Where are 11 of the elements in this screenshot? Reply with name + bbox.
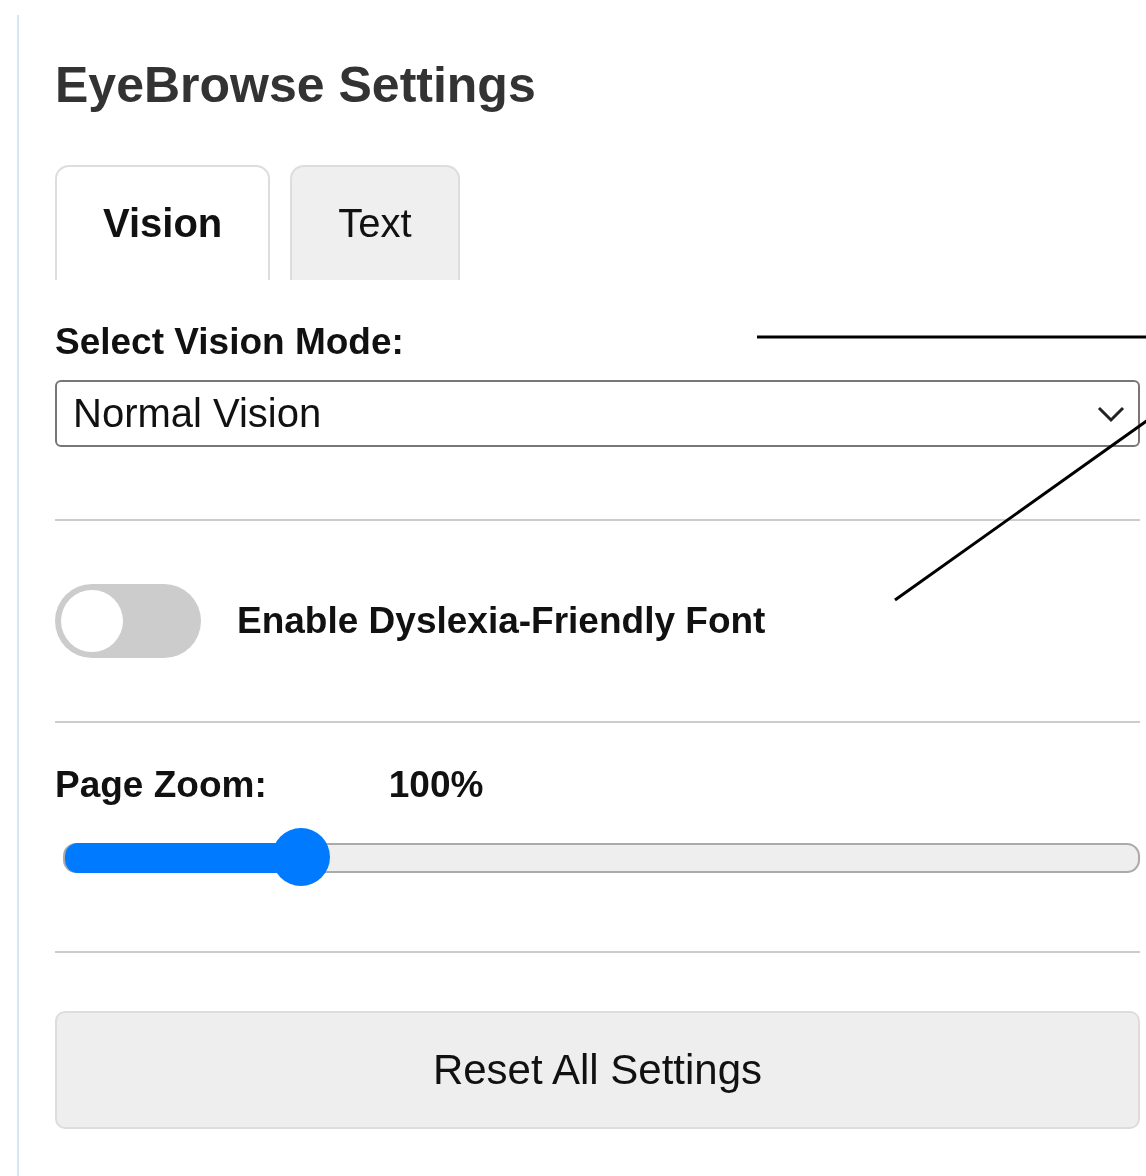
page-title: EyeBrowse Settings	[55, 56, 537, 115]
tab[interactable]: Vision	[55, 165, 271, 280]
reset-button[interactable]: Reset All Settings	[55, 1011, 1140, 1129]
tab[interactable]: Text	[290, 165, 460, 280]
field-label: Page Zoom:	[55, 763, 267, 807]
zoom-slider[interactable]	[63, 829, 1140, 887]
zoom-reading: 100%	[388, 763, 484, 807]
field-label: Select Vision Mode:	[55, 320, 404, 364]
chevron-down-icon	[1096, 404, 1126, 423]
vision-mode-select[interactable]: Normal Vision	[55, 380, 1140, 447]
toggle-label: Enable Dyslexia-Friendly Font	[237, 599, 766, 643]
